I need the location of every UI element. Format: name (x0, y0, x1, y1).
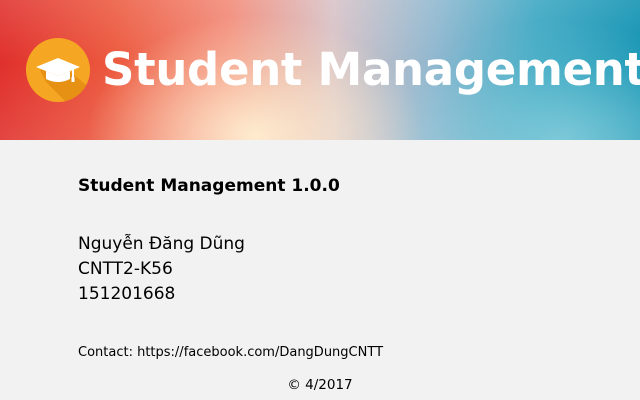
version-title: Student Management 1.0.0 (78, 176, 340, 196)
student-id: 151201668 (78, 284, 176, 304)
class-name: CNTT2-K56 (78, 259, 173, 279)
app-title: Student Management (102, 43, 640, 96)
copyright-notice: © 4/2017 (287, 377, 353, 393)
graduation-cap-icon (26, 38, 90, 102)
header-banner: Student Management (0, 0, 640, 140)
author-name: Nguyễn Đăng Dũng (78, 234, 245, 254)
contact-link[interactable]: Contact: https://facebook.com/DangDungCN… (78, 343, 383, 363)
